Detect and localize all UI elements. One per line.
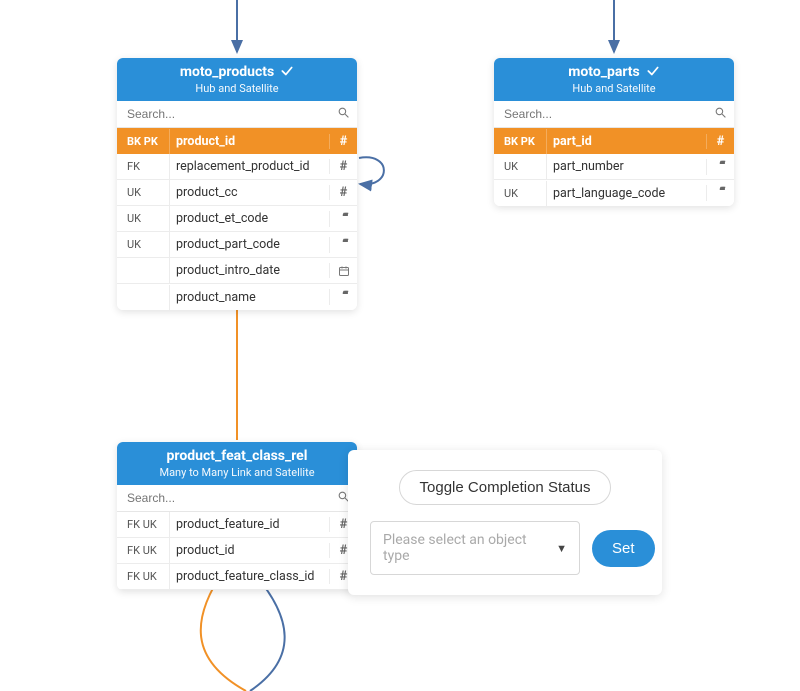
row-keys: FK UK <box>117 565 169 588</box>
table-row[interactable]: FK UK product_id <box>117 538 357 564</box>
entity-header[interactable]: moto_products Hub and Satellite <box>117 58 357 101</box>
row-field-name: product_id <box>169 538 329 563</box>
entity-moto-parts[interactable]: moto_parts Hub and Satellite BK PK part_… <box>494 58 734 206</box>
row-keys: UK <box>117 181 169 204</box>
entity-search-row <box>117 101 357 128</box>
search-input[interactable] <box>494 101 706 127</box>
date-type-icon <box>329 263 357 278</box>
search-input[interactable] <box>117 485 329 511</box>
entity-title-text: moto_parts <box>568 64 639 80</box>
row-field-name: part_number <box>546 154 706 179</box>
entity-subtitle: Hub and Satellite <box>502 82 726 95</box>
entity-product-feat-class-rel[interactable]: product_feat_class_rel Many to Many Link… <box>117 442 357 590</box>
row-field-name: part_id <box>546 129 706 154</box>
table-row[interactable]: FK UK product_feature_id <box>117 512 357 538</box>
number-type-icon <box>329 134 357 149</box>
table-row[interactable]: UK product_et_code <box>117 206 357 232</box>
entity-header[interactable]: moto_parts Hub and Satellite <box>494 58 734 101</box>
table-row[interactable]: FK replacement_product_id <box>117 154 357 180</box>
entity-header[interactable]: product_feat_class_rel Many to Many Link… <box>117 442 357 485</box>
row-field-name: product_et_code <box>169 206 329 231</box>
table-row[interactable]: UK product_cc <box>117 180 357 206</box>
text-type-icon <box>329 289 357 305</box>
check-icon <box>646 64 660 80</box>
table-row[interactable]: product_name <box>117 284 357 310</box>
row-keys: UK <box>494 155 546 178</box>
row-field-name: replacement_product_id <box>169 154 329 179</box>
row-keys: UK <box>494 182 546 205</box>
text-type-icon <box>706 185 734 201</box>
entity-moto-products[interactable]: moto_products Hub and Satellite BK PK pr… <box>117 58 357 310</box>
number-type-icon <box>329 159 357 174</box>
search-icon[interactable] <box>706 106 734 123</box>
entity-subtitle: Many to Many Link and Satellite <box>125 466 349 479</box>
row-field-name: product_intro_date <box>169 258 329 283</box>
row-keys <box>117 266 169 276</box>
table-row-header[interactable]: BK PK part_id <box>494 128 734 154</box>
search-input[interactable] <box>117 101 329 127</box>
table-row[interactable]: product_intro_date <box>117 258 357 284</box>
entity-search-row <box>494 101 734 128</box>
table-row[interactable]: UK product_part_code <box>117 232 357 258</box>
row-field-name: product_name <box>169 285 329 310</box>
number-type-icon <box>706 134 734 149</box>
text-type-icon <box>329 237 357 253</box>
row-keys: UK <box>117 207 169 230</box>
row-field-name: product_cc <box>169 180 329 205</box>
row-keys: FK UK <box>117 513 169 536</box>
row-keys: FK UK <box>117 539 169 562</box>
row-keys <box>117 292 169 302</box>
check-icon <box>280 64 294 80</box>
entity-search-row <box>117 485 357 512</box>
set-button[interactable]: Set <box>592 530 655 567</box>
toggle-completion-button[interactable]: Toggle Completion Status <box>399 470 612 505</box>
row-keys: UK <box>117 233 169 256</box>
row-field-name: product_part_code <box>169 232 329 257</box>
number-type-icon <box>329 185 357 200</box>
completion-panel: Toggle Completion Status Please select a… <box>348 450 662 595</box>
text-type-icon <box>329 211 357 227</box>
chevron-down-icon: ▼ <box>556 542 567 555</box>
row-keys: BK PK <box>117 130 169 153</box>
text-type-icon <box>706 159 734 175</box>
row-keys: FK <box>117 155 169 178</box>
row-field-name: product_feature_id <box>169 512 329 537</box>
object-type-select[interactable]: Please select an object type ▼ <box>370 521 580 575</box>
table-row[interactable]: FK UK product_feature_class_id <box>117 564 357 590</box>
table-row-header[interactable]: BK PK product_id <box>117 128 357 154</box>
table-row[interactable]: UK part_number <box>494 154 734 180</box>
select-placeholder: Please select an object type <box>383 532 546 564</box>
entity-subtitle: Hub and Satellite <box>125 82 349 95</box>
row-keys: BK PK <box>494 130 546 153</box>
table-row[interactable]: UK part_language_code <box>494 180 734 206</box>
row-field-name: product_id <box>169 129 329 154</box>
entity-title-text: product_feat_class_rel <box>167 448 308 464</box>
search-icon[interactable] <box>329 106 357 123</box>
row-field-name: part_language_code <box>546 181 706 206</box>
entity-title-text: moto_products <box>180 64 274 80</box>
row-field-name: product_feature_class_id <box>169 564 329 589</box>
